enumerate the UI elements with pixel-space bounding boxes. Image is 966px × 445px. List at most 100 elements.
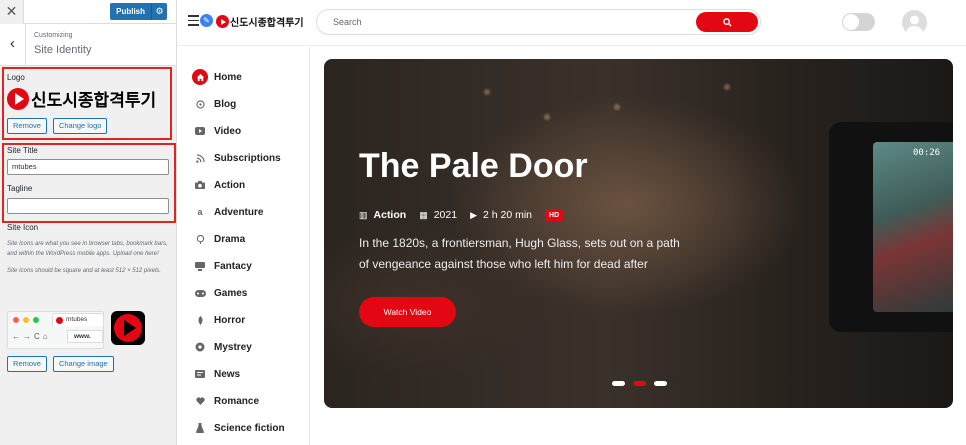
watch-video-button[interactable]: Watch Video: [359, 297, 456, 327]
slider-dot-2[interactable]: [633, 381, 646, 386]
app-icon-preview: [111, 311, 145, 345]
nav-label: News: [214, 368, 241, 380]
site-icon-control: Site Icon Site Icons are what you see in…: [7, 223, 169, 276]
section-title: Site Identity: [34, 44, 92, 56]
slider-dots: [612, 381, 675, 386]
hero-slider: 00:26 The Pale Door ▥ Action ▦ 2021 ▶ 2 …: [324, 59, 953, 408]
browser-tab-preview: mtubes ←→C⌂ www.: [7, 311, 104, 349]
drama-icon: [192, 231, 208, 247]
customizer-topbar: ✕ Publish ⚙: [0, 0, 176, 24]
film-icon: ▥: [359, 209, 368, 220]
edit-pencil-icon[interactable]: ✎: [200, 14, 213, 27]
close-icon[interactable]: ✕: [0, 0, 24, 24]
play-circle-icon: ▶: [470, 209, 477, 220]
favicon-icon: [56, 317, 63, 324]
fantasy-icon: [192, 258, 208, 274]
site-icon-label: Site Icon: [7, 223, 39, 232]
nav-label: Action: [214, 179, 246, 191]
bokeh-light: [484, 89, 490, 95]
nav-item-mystrey[interactable]: Mystrey: [192, 338, 252, 356]
preview-tab-title: mtubes: [66, 316, 88, 323]
heart-icon: [192, 393, 208, 409]
slider-dot-3[interactable]: [654, 381, 667, 386]
hero-genre[interactable]: Action: [374, 209, 407, 221]
sidebar-divider: [309, 46, 310, 445]
gear-icon[interactable]: ⚙: [151, 3, 167, 20]
slider-dot-1[interactable]: [612, 381, 625, 386]
home-icon: [192, 69, 208, 85]
window-dot: [23, 317, 29, 323]
site-preview: ✎ 신도시종합격투기 Search Home Blog Video Subscr…: [178, 0, 966, 445]
hero-description: In the 1820s, a frontiersman, Hugh Glass…: [359, 236, 680, 271]
nav-item-fantacy[interactable]: Fantacy: [192, 257, 252, 275]
nav-item-video[interactable]: Video: [192, 122, 241, 140]
site-icon-size-note: Site Icons should be square and at least…: [7, 268, 161, 274]
nav-label: Science fiction: [214, 422, 285, 434]
quality-badge: HD: [545, 209, 564, 221]
user-icon: [906, 15, 923, 35]
camera-icon: [192, 177, 208, 193]
hero-title: The Pale Door: [359, 147, 588, 185]
bokeh-light: [544, 114, 550, 120]
nav-item-home[interactable]: Home: [192, 68, 242, 86]
nav-label: Subscriptions: [214, 152, 281, 164]
remove-icon-button[interactable]: Remove: [7, 356, 47, 372]
news-icon: [192, 366, 208, 382]
nav-item-science-fiction[interactable]: Science fiction: [192, 419, 285, 437]
site-logo[interactable]: 신도시종합격투기: [216, 14, 304, 29]
site-header: ✎ 신도시종합격투기 Search: [178, 0, 966, 46]
nav-label: Mystrey: [214, 341, 252, 353]
bokeh-light: [724, 84, 730, 90]
breadcrumb: Customizing: [34, 32, 73, 39]
nav-item-games[interactable]: Games: [192, 284, 247, 302]
subscriptions-icon: [192, 150, 208, 166]
browser-nav-icons: ←→C⌂: [12, 332, 51, 341]
hero-duration: 2 h 20 min: [482, 209, 533, 221]
nav-label: Video: [214, 125, 242, 137]
bokeh-light: [614, 104, 620, 110]
site-logo-text: 신도시종합격투기: [230, 18, 304, 29]
nav-item-subscriptions[interactable]: Subscriptions: [192, 149, 281, 167]
nav-item-drama[interactable]: Drama: [192, 230, 245, 248]
nav-item-romance[interactable]: Romance: [192, 392, 259, 410]
nav-label: Adventure: [214, 206, 264, 218]
flask-icon: [192, 420, 208, 436]
window-dot: [33, 317, 39, 323]
blog-icon: [192, 96, 208, 112]
nav-label: Games: [214, 287, 248, 299]
nav-item-horror[interactable]: Horror: [192, 311, 245, 329]
dark-mode-toggle[interactable]: [842, 13, 875, 31]
nav-item-news[interactable]: News: [192, 365, 240, 383]
nav-label: Horror: [214, 314, 246, 326]
horror-icon: [192, 312, 208, 328]
nav-label: Drama: [214, 233, 246, 245]
window-dot: [13, 317, 19, 323]
avatar[interactable]: [902, 10, 927, 35]
site-icon-description: Site Icons are what you see in browser t…: [7, 241, 168, 257]
calendar-icon: ▦: [419, 209, 428, 220]
preview-url: www.: [67, 330, 103, 343]
site-icon-actions: Remove Change image: [7, 356, 114, 372]
search-button[interactable]: [696, 12, 758, 32]
search-input[interactable]: Search: [333, 17, 362, 27]
camera-screen: 00:26: [873, 142, 953, 312]
change-image-button[interactable]: Change image: [52, 356, 114, 372]
nav-item-adventure[interactable]: a Adventure: [192, 203, 263, 221]
hero-meta: ▥ Action ▦ 2021 ▶ 2 h 20 min HD: [359, 209, 564, 221]
hero-year: 2021: [433, 209, 458, 221]
video-icon: [192, 123, 208, 139]
logo-highlight: [2, 67, 172, 140]
menu-icon[interactable]: [188, 15, 199, 29]
camera-image: 00:26: [829, 122, 953, 332]
back-arrow-icon[interactable]: ‹: [0, 24, 26, 66]
section-header: ‹ Customizing Site Identity: [0, 24, 176, 66]
nav-label: Blog: [214, 98, 237, 110]
customizer-panel: ✕ Publish ⚙ ‹ Customizing Site Identity …: [0, 0, 177, 445]
title-highlight: [2, 143, 176, 223]
play-logo-icon: [216, 15, 229, 28]
search-bar[interactable]: Search: [316, 9, 761, 35]
preview-tab: mtubes: [52, 313, 104, 326]
nav-item-blog[interactable]: Blog: [192, 95, 236, 113]
nav-item-action[interactable]: Action: [192, 176, 245, 194]
publish-button[interactable]: Publish: [110, 3, 151, 20]
